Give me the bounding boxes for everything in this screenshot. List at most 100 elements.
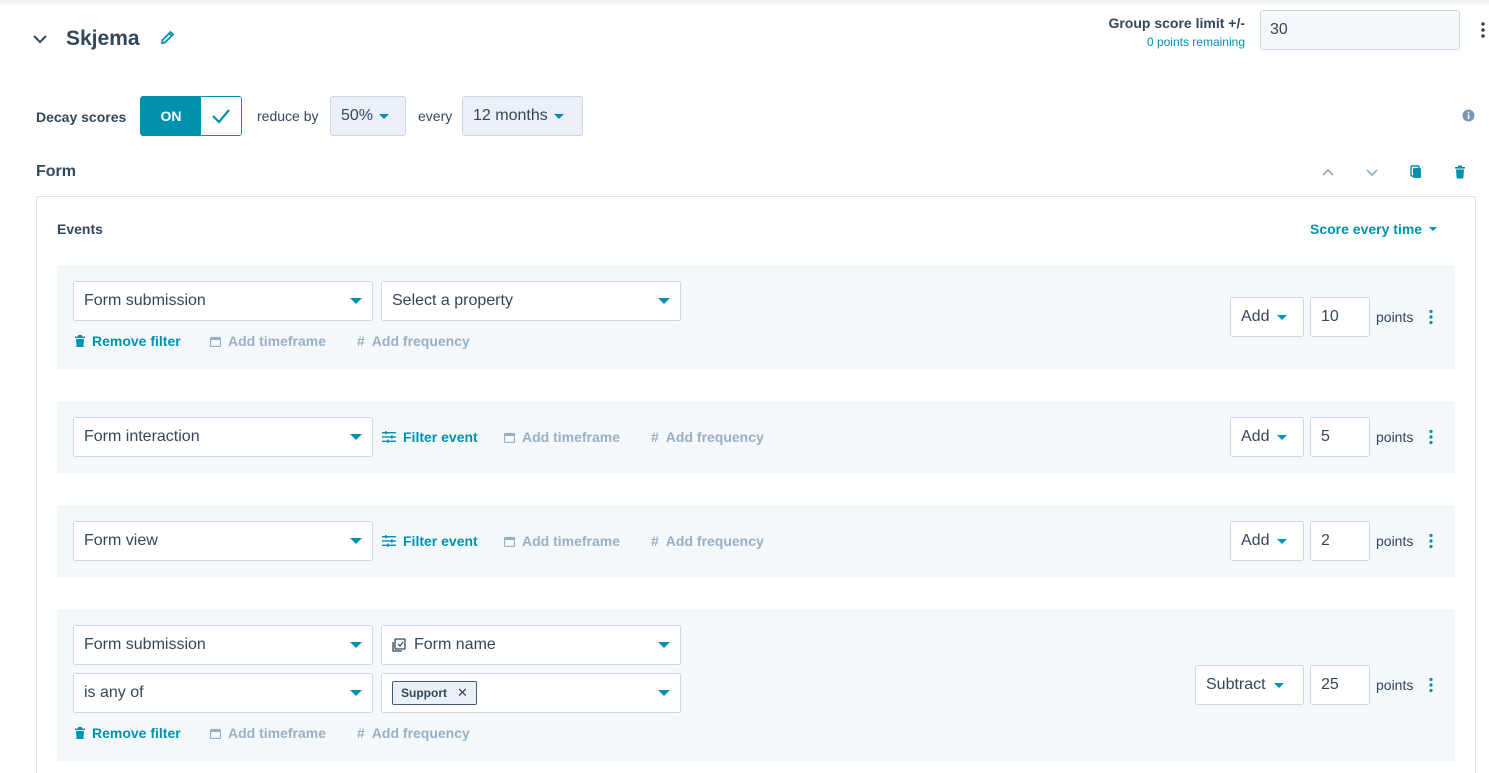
more-options-icon[interactable]	[1426, 677, 1436, 693]
chevron-up-icon[interactable]	[1320, 164, 1336, 180]
decay-toggle[interactable]: ON	[140, 96, 242, 136]
score-action-value: Add	[1241, 308, 1270, 325]
caret-down-icon	[1277, 538, 1288, 544]
add-timeframe-label: Add timeframe	[522, 429, 621, 445]
info-icon[interactable]	[1462, 109, 1475, 122]
add-frequency-button[interactable]: # Add frequency	[357, 725, 470, 741]
hash-icon: #	[651, 429, 659, 445]
points-input[interactable]: 2	[1310, 521, 1370, 561]
operator-value: is any of	[84, 684, 144, 701]
form-icon	[392, 638, 406, 652]
add-frequency-label: Add frequency	[665, 533, 764, 549]
remove-filter-button[interactable]: Remove filter	[75, 333, 181, 349]
points-input[interactable]: 25	[1310, 665, 1370, 705]
property-display: Form name	[392, 636, 496, 654]
score-action-dropdown[interactable]: Add	[1230, 417, 1304, 457]
score-mode-value: Score every time	[1310, 221, 1423, 237]
event-type-dropdown[interactable]: Form interaction	[73, 417, 373, 457]
caret-down-icon	[350, 538, 362, 544]
points-input[interactable]: 10	[1310, 297, 1370, 337]
section-title: Form	[36, 163, 76, 180]
remove-tag-icon[interactable]: ✕	[457, 685, 468, 701]
group-score-limit-label: Group score limit +/-	[1108, 15, 1245, 31]
score-action-dropdown[interactable]: Add	[1230, 521, 1304, 561]
sliders-icon	[382, 535, 396, 547]
add-timeframe-label: Add timeframe	[522, 533, 621, 549]
event-type-dropdown[interactable]: Form submission	[73, 281, 373, 321]
remove-filter-button[interactable]: Remove filter	[75, 725, 181, 741]
property-dropdown[interactable]: Select a property	[381, 281, 681, 321]
caret-down-icon	[350, 298, 362, 304]
chevron-down-icon[interactable]	[1364, 164, 1380, 180]
points-input[interactable]: 5	[1310, 417, 1370, 457]
trash-icon	[75, 335, 85, 347]
event-type-value: Form submission	[84, 636, 206, 653]
value-tag: Support ✕	[392, 681, 477, 705]
score-action-value: Subtract	[1206, 676, 1266, 693]
points-label: points	[1376, 309, 1414, 325]
clone-icon[interactable]	[1408, 164, 1424, 180]
caret-down-icon	[1277, 314, 1288, 320]
score-action-dropdown[interactable]: Subtract	[1195, 665, 1304, 705]
points-remaining-text: 0 points remaining	[1146, 35, 1245, 49]
sliders-icon	[382, 431, 396, 443]
decay-period-dropdown[interactable]: 12 months	[462, 96, 583, 136]
add-timeframe-button[interactable]: Add timeframe	[504, 429, 620, 445]
group-score-limit-input[interactable]: 30	[1260, 10, 1460, 50]
event-type-dropdown[interactable]: Form view	[73, 521, 373, 561]
pencil-edit-icon[interactable]	[159, 29, 176, 46]
toggle-on-label: ON	[141, 97, 201, 135]
filter-event-button[interactable]: Filter event	[382, 533, 478, 549]
decay-period-value: 12 months	[473, 107, 548, 124]
add-frequency-label: Add frequency	[371, 725, 470, 741]
property-value: Form name	[414, 636, 496, 653]
calendar-icon	[504, 536, 515, 547]
collapse-chevron-icon[interactable]	[33, 32, 47, 46]
score-action-dropdown[interactable]: Add	[1230, 297, 1304, 337]
event-type-dropdown[interactable]: Form submission	[73, 625, 373, 665]
more-options-icon[interactable]	[1426, 429, 1436, 445]
hash-icon: #	[651, 533, 659, 549]
score-mode-dropdown[interactable]: Score every time	[1310, 221, 1438, 237]
more-options-icon[interactable]	[1426, 533, 1436, 549]
remove-filter-label: Remove filter	[92, 725, 181, 741]
property-value: Select a property	[392, 292, 513, 309]
property-dropdown[interactable]: Form name	[381, 625, 681, 665]
score-action-value: Add	[1241, 532, 1270, 549]
caret-down-icon	[658, 298, 670, 304]
more-options-icon[interactable]	[1477, 21, 1489, 39]
every-label: every	[418, 108, 453, 124]
caret-down-icon	[350, 434, 362, 440]
value-multiselect[interactable]: Support ✕	[381, 673, 681, 713]
calendar-icon	[504, 432, 515, 443]
add-timeframe-button[interactable]: Add timeframe	[210, 333, 326, 349]
add-timeframe-button[interactable]: Add timeframe	[210, 725, 326, 741]
add-timeframe-button[interactable]: Add timeframe	[504, 533, 620, 549]
add-frequency-button[interactable]: # Add frequency	[651, 429, 764, 445]
caret-down-icon	[1277, 434, 1288, 440]
reduce-by-value: 50%	[341, 107, 374, 124]
reduce-by-dropdown[interactable]: 50%	[330, 96, 406, 136]
add-frequency-button[interactable]: # Add frequency	[651, 533, 764, 549]
points-label: points	[1376, 429, 1414, 445]
add-frequency-label: Add frequency	[371, 333, 470, 349]
trash-icon	[75, 727, 85, 739]
add-timeframe-label: Add timeframe	[228, 725, 327, 741]
filter-event-label: Filter event	[403, 429, 478, 445]
caret-down-icon	[379, 113, 390, 119]
operator-dropdown[interactable]: is any of	[73, 673, 373, 713]
decay-scores-label: Decay scores	[36, 109, 127, 125]
caret-down-icon	[350, 690, 362, 696]
points-label: points	[1376, 533, 1414, 549]
add-frequency-button[interactable]: # Add frequency	[357, 333, 470, 349]
event-type-value: Form view	[84, 532, 158, 549]
more-options-icon[interactable]	[1426, 309, 1436, 325]
points-label: points	[1376, 677, 1414, 693]
caret-down-icon	[658, 642, 670, 648]
filter-event-button[interactable]: Filter event	[382, 429, 478, 445]
trash-icon[interactable]	[1452, 164, 1468, 180]
event-type-value: Form submission	[84, 292, 206, 309]
caret-down-icon	[350, 642, 362, 648]
caret-down-icon	[1429, 227, 1438, 231]
events-label: Events	[57, 221, 103, 237]
